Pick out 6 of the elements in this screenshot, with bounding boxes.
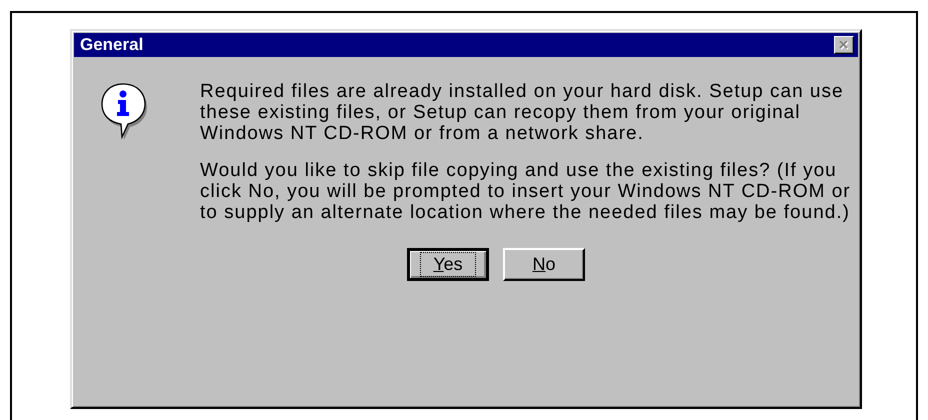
yes-button[interactable]: Yes <box>407 248 489 281</box>
message-text: Required files are already installed on your hard disk. Setup can use these existing files, or Setup can recopy them from your original Windows NT CD-ROM or from a network share. <box>200 81 845 144</box>
close-icon <box>839 40 849 50</box>
window-title: General <box>80 35 144 55</box>
message-text: Would you like to skip file copying and use the existing files? (If you click No, you will be prompted to insert your Windows NT CD-ROM or to supply an alternate location where the needed files may be found.) <box>200 160 852 223</box>
no-button[interactable]: No <box>503 248 585 281</box>
